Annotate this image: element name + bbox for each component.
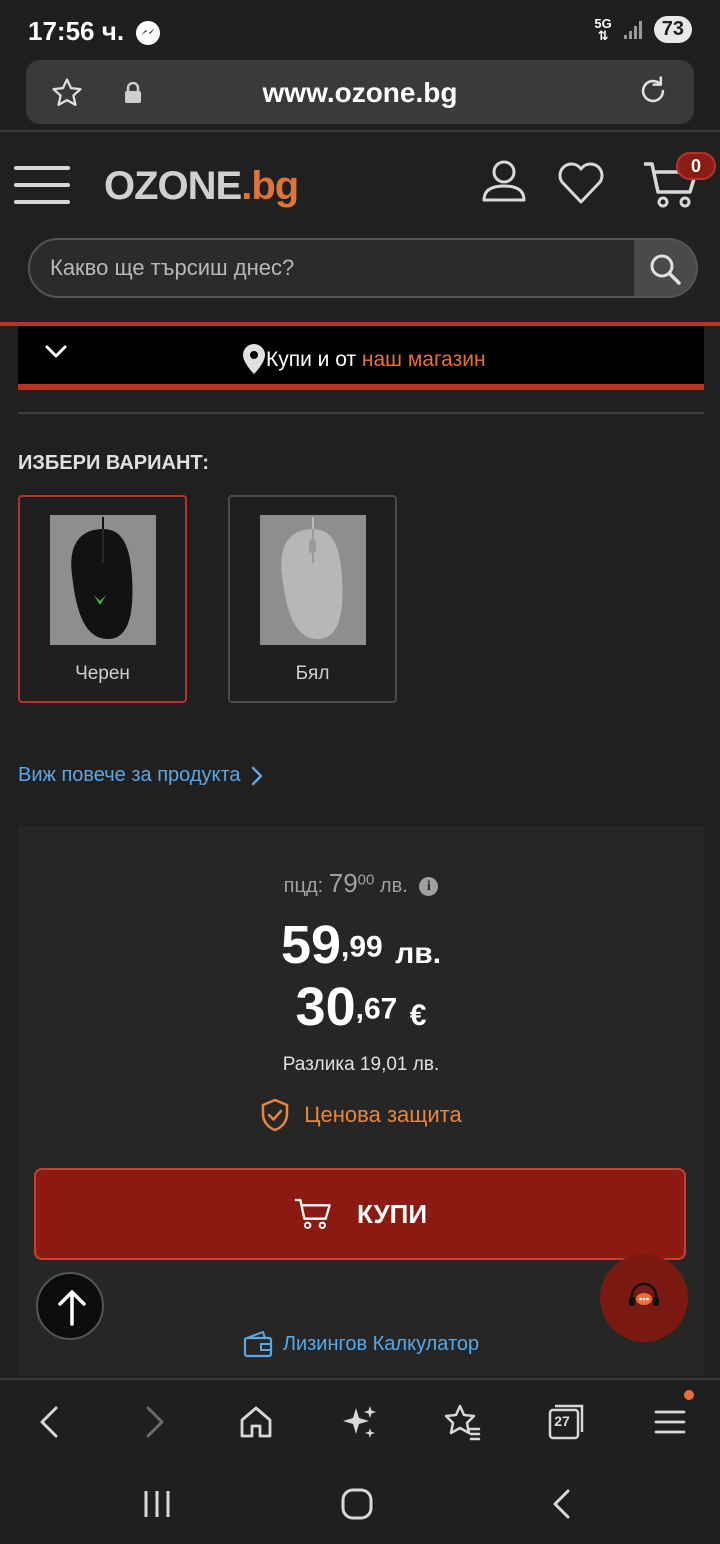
info-icon[interactable]: i [419,877,439,897]
browser-top-bar: www.ozone.bg [0,60,720,132]
url-text[interactable]: www.ozone.bg [26,77,694,109]
variant-label: Черен [75,663,130,684]
wishlist-heart-icon[interactable] [556,160,606,206]
variant-option-black[interactable]: Черен [18,495,187,703]
variant-title: ИЗБЕРИ ВАРИАНТ: [18,452,209,474]
status-time: 17:56 ч. [28,16,125,46]
recent-apps-icon[interactable] [140,1488,174,1520]
site-header: OZONE.bg 0 [0,134,720,324]
user-account-icon[interactable] [480,158,528,204]
wallet-icon [243,1330,272,1358]
location-pin-icon [243,344,265,374]
scroll-to-top-button[interactable] [36,1272,104,1340]
section-divider [18,412,704,414]
price-bgn: 59,99 лв. [280,915,442,975]
variant-label: Бял [295,663,330,684]
search-icon [650,254,681,285]
chat-headset-icon [629,1282,659,1306]
store-pickup-bar[interactable]: Купи и от наш магазин [18,326,704,390]
messenger-notification-icon [136,21,160,45]
variant-image [50,515,156,645]
more-product-info-link[interactable]: Виж повече за продукта [18,764,263,787]
battery-indicator: 73 [653,16,692,43]
store-pickup-text[interactable]: Купи и от наш магазин [266,348,486,372]
signal-icon [623,20,642,39]
reload-icon[interactable] [636,74,670,108]
back-arrow-icon[interactable] [30,1402,70,1442]
menu-hamburger-icon[interactable] [14,166,70,206]
browser-menu-icon[interactable] [650,1402,690,1442]
home-icon[interactable] [236,1402,276,1442]
price-difference: Разлика 19,01 лв. [282,1054,440,1075]
status-bar: 17:56 ч. 5G ⇅ 73 [0,0,720,60]
tabs-button[interactable]: 27 [546,1402,586,1442]
sparkle-ai-icon[interactable] [340,1402,380,1442]
variant-option-white[interactable]: Бял [228,495,397,703]
buy-button[interactable]: КУПИ [34,1168,686,1260]
search-input[interactable] [50,240,630,296]
browser-toolbar: 27 [0,1378,720,1460]
network-5g-icon: 5G ⇅ [594,15,612,43]
home-button-icon[interactable] [340,1488,374,1520]
store-link[interactable]: наш магазин [362,348,486,371]
chevron-right-icon [251,766,262,785]
system-back-icon[interactable] [546,1488,580,1520]
search-button[interactable] [634,240,696,296]
cart-count-badge: 0 [676,152,716,180]
price-eur: 30,67 € [295,977,427,1037]
forward-arrow-icon[interactable] [134,1402,174,1442]
price-protection-link[interactable]: Ценова защита [18,1098,704,1132]
chat-support-button[interactable] [600,1254,688,1342]
search-box [28,238,698,298]
recommended-price: пцд: 7900 лв. i [18,868,704,899]
site-logo[interactable]: OZONE.bg [104,164,299,209]
arrow-up-icon [58,1290,86,1326]
system-navigation-bar [0,1460,720,1544]
menu-notification-dot [684,1390,694,1400]
address-bar[interactable]: www.ozone.bg [26,60,694,124]
chevron-down-icon[interactable] [44,344,68,360]
leasing-calculator-link[interactable]: Лизингов Калкулатор [18,1330,704,1358]
shield-check-icon [262,1098,289,1132]
tabs-count: 27 [554,1413,570,1429]
variant-image [260,515,366,645]
cart-icon [294,1198,331,1229]
bookmarks-star-icon[interactable] [442,1402,482,1442]
